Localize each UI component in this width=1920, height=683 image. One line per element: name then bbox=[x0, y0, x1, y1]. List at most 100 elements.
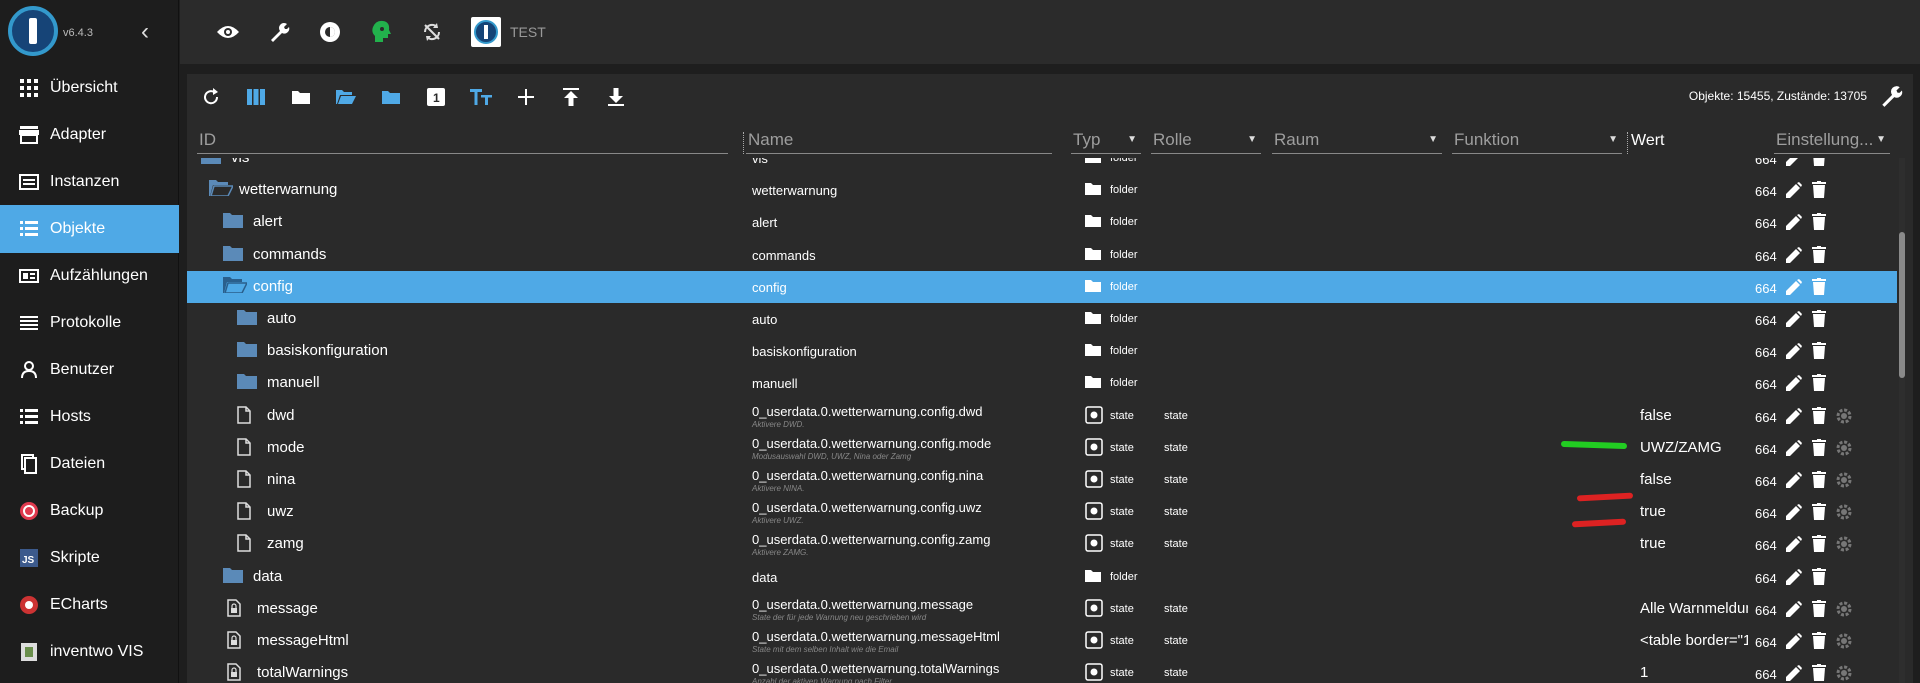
row-value[interactable]: 1 bbox=[1640, 664, 1748, 681]
row-value[interactable]: true bbox=[1640, 503, 1748, 520]
folder-open-icon[interactable] bbox=[335, 86, 357, 108]
edit-icon[interactable] bbox=[1786, 182, 1802, 202]
row-value[interactable]: Alle Warnmeldun... bbox=[1640, 600, 1748, 617]
table-row[interactable]: commands commands folder 664 bbox=[187, 239, 1897, 271]
row-value[interactable]: false bbox=[1640, 471, 1748, 488]
table-row[interactable]: totalWarnings 0_userdata.0.wetterwarnung.… bbox=[187, 657, 1897, 683]
table-row[interactable]: vis vis folder 664 bbox=[187, 158, 1897, 174]
row-acl[interactable]: 664 bbox=[1755, 442, 1777, 457]
table-row[interactable]: auto auto folder 664 bbox=[187, 303, 1897, 335]
locked-file-icon[interactable] bbox=[227, 663, 241, 683]
delete-icon[interactable] bbox=[1812, 535, 1826, 556]
sidebar-item-instanzen[interactable]: Instanzen bbox=[0, 158, 179, 206]
locked-file-icon[interactable] bbox=[227, 631, 241, 653]
expert-mode-icon[interactable] bbox=[369, 20, 393, 44]
delete-icon[interactable] bbox=[1812, 342, 1826, 363]
edit-icon[interactable] bbox=[1786, 343, 1802, 363]
delete-icon[interactable] bbox=[1812, 158, 1826, 170]
sidebar-item-benutzer[interactable]: Benutzer bbox=[0, 346, 179, 394]
row-acl[interactable]: 664 bbox=[1755, 216, 1777, 231]
row-acl[interactable]: 664 bbox=[1755, 667, 1777, 682]
sidebar-item-skripte[interactable]: JS Skripte bbox=[0, 534, 179, 582]
row-acl[interactable]: 664 bbox=[1755, 158, 1777, 167]
delete-icon[interactable] bbox=[1812, 181, 1826, 202]
file-icon[interactable] bbox=[237, 502, 251, 524]
table-row[interactable]: data data folder 664 bbox=[187, 561, 1897, 593]
row-value[interactable]: <table border="1... bbox=[1640, 632, 1748, 649]
delete-icon[interactable] bbox=[1812, 503, 1826, 524]
row-acl[interactable]: 664 bbox=[1755, 313, 1777, 328]
edit-icon[interactable] bbox=[1786, 472, 1802, 492]
folder-open-icon[interactable] bbox=[223, 276, 249, 297]
sidebar-item-objekte[interactable]: Objekte bbox=[0, 205, 179, 253]
wrench-icon[interactable] bbox=[1879, 84, 1903, 113]
gear-icon[interactable] bbox=[1835, 632, 1853, 654]
edit-icon[interactable] bbox=[1786, 246, 1802, 267]
settings-filter-select[interactable]: Einstellung... ▼ bbox=[1774, 128, 1890, 154]
upload-icon[interactable] bbox=[560, 86, 582, 108]
folder-icon[interactable] bbox=[237, 309, 257, 329]
edit-icon[interactable] bbox=[1786, 407, 1802, 428]
collapse-sidebar-button[interactable]: ‹ bbox=[141, 18, 149, 46]
name-filter-input[interactable]: Name bbox=[746, 128, 1052, 154]
one-icon[interactable]: 1 bbox=[425, 86, 447, 108]
delete-icon[interactable] bbox=[1812, 245, 1826, 267]
edit-icon[interactable] bbox=[1786, 504, 1802, 524]
gear-icon[interactable] bbox=[1835, 535, 1853, 557]
folder-icon[interactable] bbox=[290, 86, 312, 108]
folder-open-icon[interactable] bbox=[209, 180, 235, 200]
edit-icon[interactable] bbox=[1786, 214, 1802, 234]
delete-icon[interactable] bbox=[1812, 277, 1826, 299]
delete-icon[interactable] bbox=[1812, 567, 1826, 589]
row-acl[interactable]: 664 bbox=[1755, 184, 1777, 199]
sidebar-item-inventwo-vis[interactable]: inventwo VIS bbox=[0, 628, 179, 676]
edit-icon[interactable] bbox=[1786, 158, 1802, 170]
sidebar-item-echarts[interactable]: ECharts bbox=[0, 581, 179, 629]
row-acl[interactable]: 664 bbox=[1755, 571, 1777, 586]
row-acl[interactable]: 664 bbox=[1755, 377, 1777, 392]
row-acl[interactable]: 664 bbox=[1755, 635, 1777, 650]
eye-icon[interactable] bbox=[216, 20, 240, 44]
edit-icon[interactable] bbox=[1786, 536, 1802, 556]
table-row[interactable]: nina 0_userdata.0.wetterwarnung.config.ni… bbox=[187, 464, 1897, 496]
delete-icon[interactable] bbox=[1812, 310, 1826, 331]
sidebar-item-aufzaehlungen[interactable]: Aufzählungen bbox=[0, 252, 179, 300]
sync-icon[interactable] bbox=[420, 20, 444, 44]
file-icon[interactable] bbox=[237, 405, 251, 428]
folder-icon[interactable] bbox=[201, 158, 221, 168]
edit-icon[interactable] bbox=[1786, 278, 1802, 299]
sidebar-item-protokolle[interactable]: Protokolle bbox=[0, 299, 179, 347]
folder-icon[interactable] bbox=[223, 212, 243, 232]
delete-icon[interactable] bbox=[1812, 374, 1826, 395]
text-size-icon[interactable] bbox=[470, 86, 492, 108]
table-row[interactable]: manuell manuell folder 664 bbox=[187, 367, 1897, 399]
theme-icon[interactable] bbox=[318, 20, 342, 44]
row-acl[interactable]: 664 bbox=[1755, 506, 1777, 521]
gear-icon[interactable] bbox=[1835, 407, 1853, 429]
delete-icon[interactable] bbox=[1812, 599, 1826, 621]
gear-icon[interactable] bbox=[1835, 439, 1853, 461]
table-row[interactable]: zamg 0_userdata.0.wetterwarnung.config.za… bbox=[187, 528, 1897, 560]
delete-icon[interactable] bbox=[1812, 664, 1826, 683]
role-filter-select[interactable]: Rolle ▼ bbox=[1151, 128, 1261, 154]
folder-icon[interactable] bbox=[237, 341, 257, 361]
add-icon[interactable] bbox=[515, 86, 537, 108]
folder-icon[interactable] bbox=[223, 245, 243, 265]
iobroker-logo[interactable] bbox=[8, 6, 58, 56]
gear-icon[interactable] bbox=[1835, 664, 1853, 683]
row-acl[interactable]: 664 bbox=[1755, 249, 1777, 264]
row-acl[interactable]: 664 bbox=[1755, 538, 1777, 553]
row-value[interactable]: false bbox=[1640, 407, 1748, 424]
edit-icon[interactable] bbox=[1786, 311, 1802, 331]
sidebar-item-hosts[interactable]: Hosts bbox=[0, 393, 179, 441]
file-icon[interactable] bbox=[237, 534, 251, 556]
delete-icon[interactable] bbox=[1812, 406, 1826, 428]
type-filter-select[interactable]: Typ ▼ bbox=[1071, 128, 1141, 154]
room-filter-select[interactable]: Raum ▼ bbox=[1272, 128, 1442, 154]
row-acl[interactable]: 664 bbox=[1755, 345, 1777, 360]
row-acl[interactable]: 664 bbox=[1755, 474, 1777, 489]
table-row[interactable]: wetterwarnung wetterwarnung folder 664 bbox=[187, 174, 1897, 206]
table-row[interactable]: message 0_userdata.0.wetterwarnung.messag… bbox=[187, 593, 1897, 625]
row-value[interactable]: true bbox=[1640, 535, 1748, 552]
scrollbar[interactable] bbox=[1899, 158, 1905, 683]
